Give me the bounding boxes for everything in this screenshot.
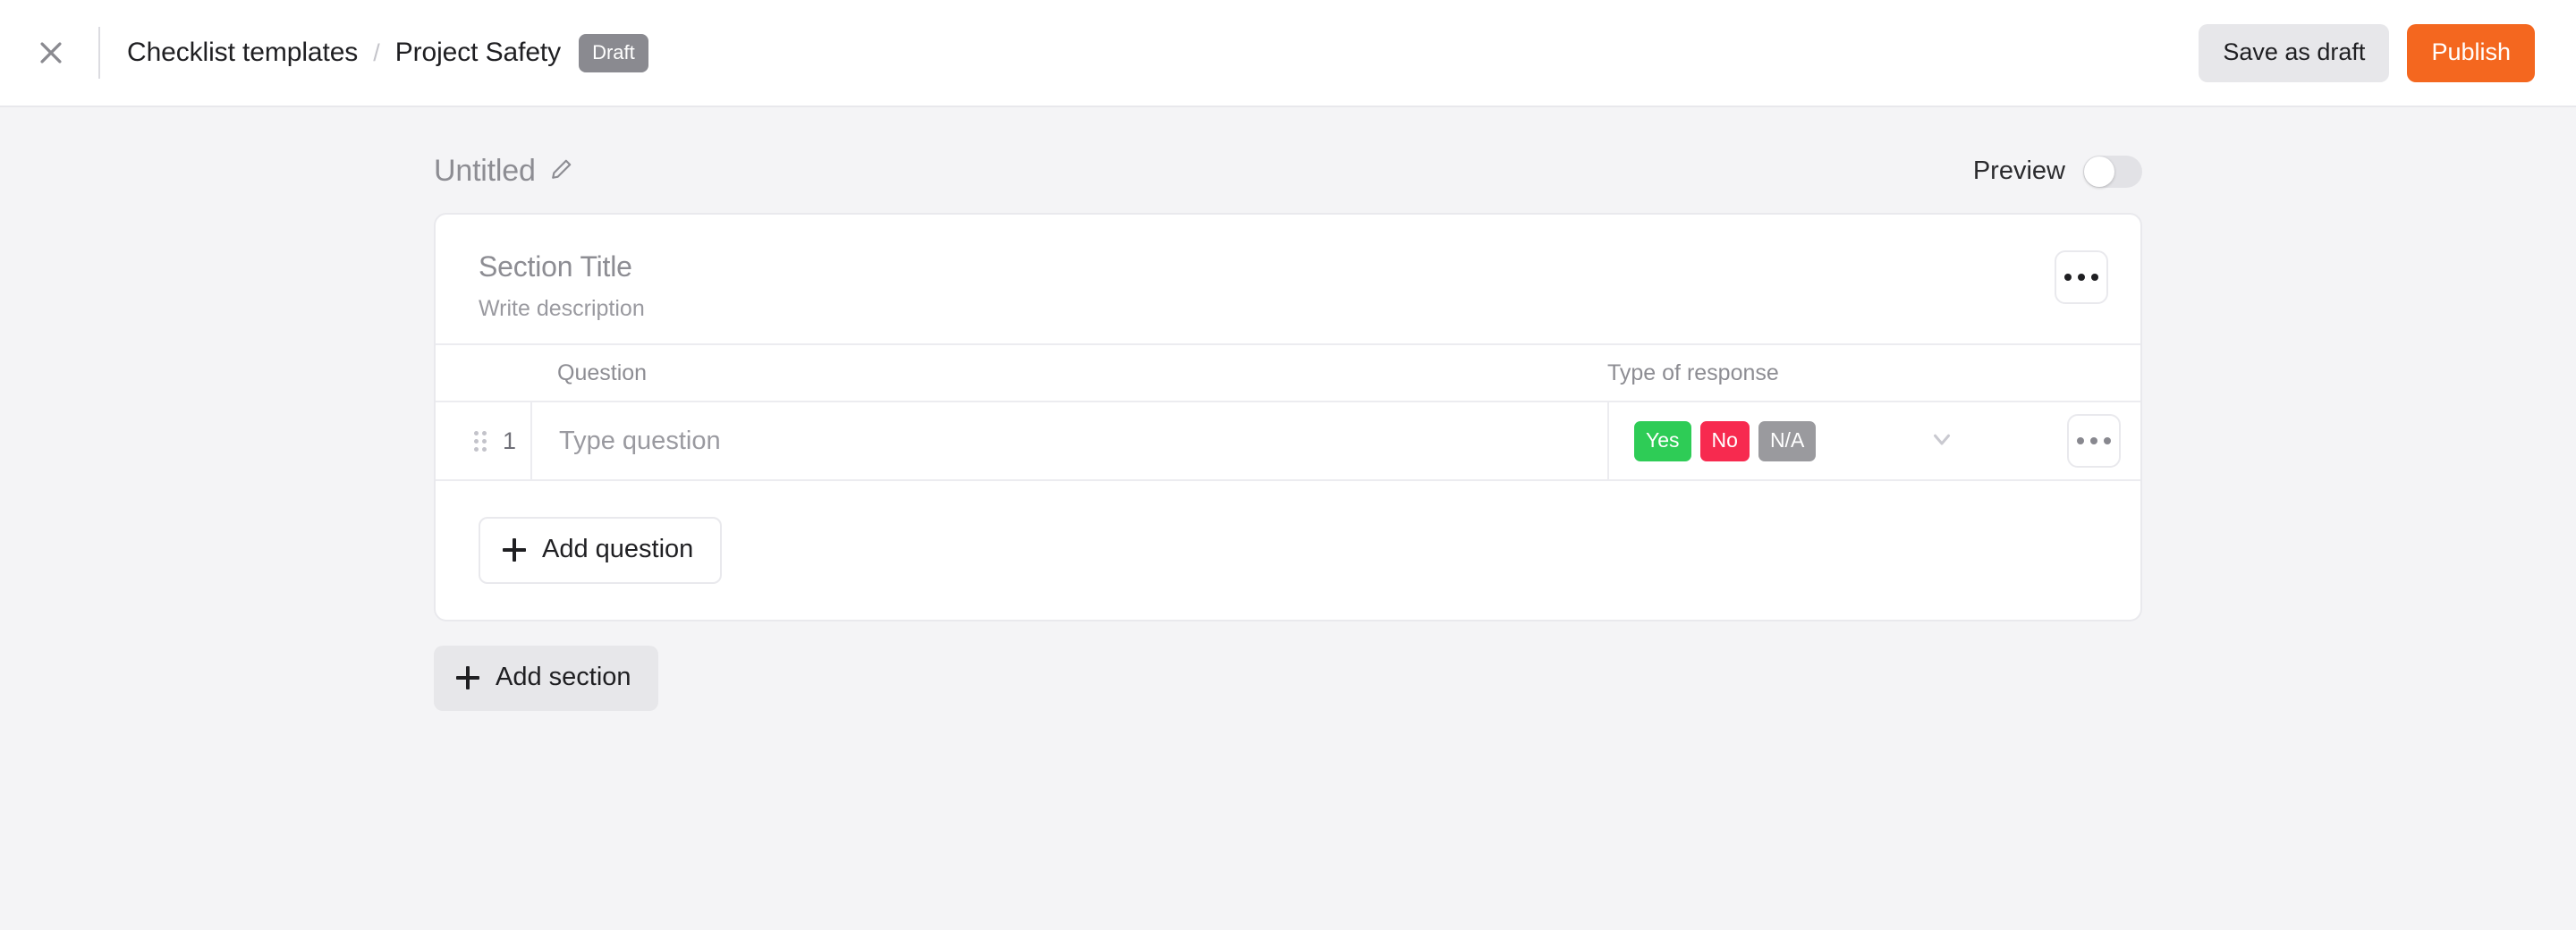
page-content: Untitled Preview Section Title Write des… (0, 107, 2576, 711)
page-title: Untitled (434, 154, 536, 188)
breadcrumb-current-item: Project Safety (394, 38, 562, 67)
plus-icon (503, 537, 526, 562)
row-number: 1 (502, 427, 516, 454)
section-footer: Add question (436, 481, 2140, 620)
column-header-label: Type of response (1607, 359, 1779, 385)
breadcrumb-root-link[interactable]: Checklist templates (127, 38, 358, 68)
preview-toggle-group: Preview (1972, 155, 2142, 188)
column-header-label: Question (557, 359, 648, 385)
table-header-response: Type of response (1582, 360, 2140, 386)
ellipsis-icon (2090, 437, 2097, 444)
section-header: Section Title Write description (436, 215, 2140, 343)
close-button[interactable] (23, 25, 79, 80)
document-title-row: Untitled Preview (434, 107, 2142, 189)
add-section-label: Add section (496, 663, 631, 691)
toolbar-divider (98, 27, 100, 79)
close-icon (36, 38, 66, 68)
document-title-editor[interactable]: Untitled (434, 154, 573, 189)
pencil-icon[interactable] (550, 157, 573, 185)
add-question-label: Add question (542, 535, 694, 563)
table-header-question: Question (530, 360, 1582, 386)
response-chip-no[interactable]: No (1699, 420, 1750, 461)
preview-label: Preview (1972, 156, 2065, 185)
ellipsis-icon (2104, 437, 2111, 444)
plus-icon (456, 665, 479, 689)
section-menu-button[interactable] (2055, 250, 2108, 304)
add-section-button[interactable]: Add section (434, 646, 658, 711)
section-description[interactable]: Write description (479, 296, 645, 322)
row-handle-cell: 1 (436, 402, 530, 479)
section-header-text: Section Title Write description (479, 250, 645, 322)
drag-handle-icon[interactable] (473, 430, 487, 452)
status-badge: Draft (579, 33, 648, 72)
table-row: 1 Type question Yes No N/A (436, 402, 2140, 481)
top-bar-actions: Save as draft Publish (2199, 23, 2535, 82)
breadcrumb-separator: / (373, 38, 380, 66)
response-chip-na[interactable]: N/A (1758, 420, 1817, 461)
response-type-cell: Yes No N/A (1607, 402, 2140, 479)
add-question-button[interactable]: Add question (479, 517, 723, 584)
ellipsis-icon (2064, 274, 2072, 281)
ellipsis-icon (2077, 437, 2084, 444)
ellipsis-icon (2091, 274, 2098, 281)
ellipsis-icon (2078, 274, 2085, 281)
preview-toggle[interactable] (2083, 155, 2142, 188)
response-chip-yes[interactable]: Yes (1634, 420, 1691, 461)
breadcrumb: Checklist templates / Project Safety Dra… (127, 33, 2199, 72)
section-card: Section Title Write description Question… (434, 213, 2142, 621)
question-placeholder: Type question (559, 426, 721, 455)
questions-table-header: Question Type of response (436, 343, 2140, 402)
chevron-down-icon (1928, 426, 1955, 457)
row-menu-button[interactable] (2067, 414, 2121, 468)
section-title[interactable]: Section Title (479, 250, 645, 283)
question-input[interactable]: Type question (530, 402, 1607, 479)
toggle-knob (2084, 156, 2114, 187)
add-section-row: Add section (434, 646, 2142, 711)
response-type-dropdown[interactable] (1816, 426, 2067, 457)
top-bar: Checklist templates / Project Safety Dra… (0, 0, 2576, 107)
publish-button[interactable]: Publish (2407, 23, 2535, 82)
save-as-draft-button[interactable]: Save as draft (2199, 23, 2390, 82)
response-chips: Yes No N/A (1634, 420, 1817, 461)
